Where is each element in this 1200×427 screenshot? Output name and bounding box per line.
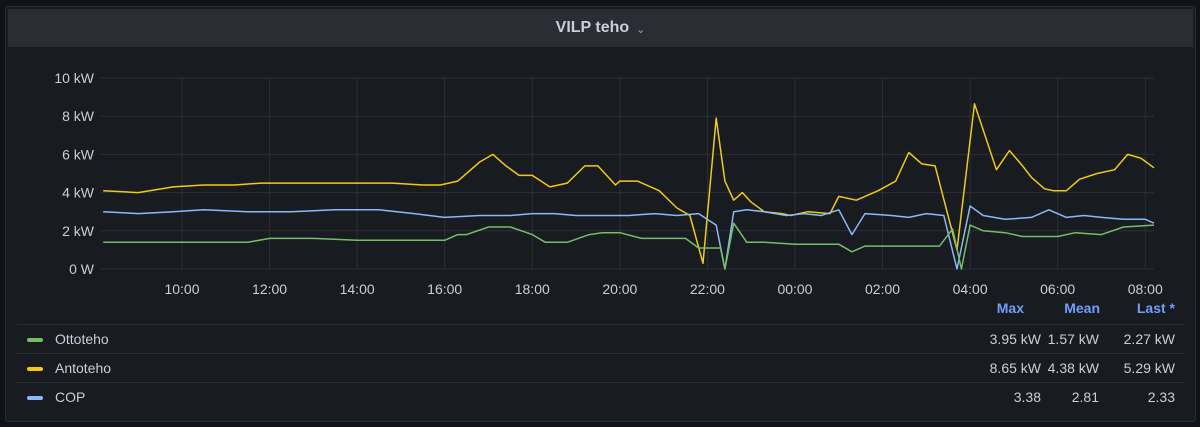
- x-tick-label: 04:00: [953, 281, 988, 297]
- legend-header-last[interactable]: Last *: [1105, 300, 1175, 316]
- legend-last: 2.27 kW: [1123, 331, 1175, 347]
- series-line-ottoteho: [103, 222, 1155, 270]
- legend-series-name[interactable]: COP: [55, 389, 85, 405]
- y-tick-label: 2 kW: [62, 223, 95, 239]
- x-tick-label: 16:00: [427, 281, 462, 297]
- y-tick-label: 0 W: [69, 261, 95, 277]
- legend-header-max[interactable]: Max: [960, 300, 1024, 316]
- x-tick-label: 22:00: [690, 281, 725, 297]
- chart-area: 0 W 2 kW 4 kW 6 kW 8 kW 10 kW 10:00 12:00 14:00 1…: [54, 70, 1163, 297]
- legend-mean: 1.57 kW: [1047, 331, 1099, 347]
- y-tick-label: 8 kW: [62, 108, 95, 124]
- series-line-cop: [103, 205, 1155, 270]
- legend-row-cop[interactable]: COP 3.38 2.81 2.33: [17, 382, 1184, 411]
- legend-last: 2.33: [1147, 389, 1175, 405]
- x-tick-label: 02:00: [865, 281, 900, 297]
- legend-header-mean[interactable]: Mean: [1030, 300, 1100, 316]
- legend-mean: 4.38 kW: [1047, 360, 1099, 376]
- y-tick-label: 4 kW: [62, 185, 95, 201]
- y-tick-label: 6 kW: [62, 146, 95, 162]
- y-tick-label: 10 kW: [54, 70, 94, 86]
- legend-series-name[interactable]: Antoteho: [55, 360, 111, 376]
- legend-series-name[interactable]: Ottoteho: [55, 331, 109, 347]
- x-tick-label: 08:00: [1128, 281, 1163, 297]
- legend-last: 5.29 kW: [1123, 360, 1175, 376]
- legend-row-ottoteho[interactable]: Ottoteho 3.95 kW 1.57 kW 2.27 kW: [17, 324, 1184, 353]
- legend-row-antoteho[interactable]: Antoteho 8.65 kW 4.38 kW 5.29 kW: [17, 353, 1184, 382]
- x-tick-label: 20:00: [602, 281, 637, 297]
- x-tick-label: 18:00: [515, 281, 550, 297]
- legend-swatch: [27, 396, 43, 400]
- legend-swatch: [27, 338, 43, 342]
- x-tick-label: 10:00: [164, 281, 199, 297]
- x-tick-label: 14:00: [340, 281, 375, 297]
- legend-swatch: [27, 367, 43, 371]
- x-tick-label: 00:00: [777, 281, 812, 297]
- x-tick-label: 12:00: [252, 281, 287, 297]
- legend-mean: 2.81: [1071, 389, 1099, 405]
- x-tick-label: 06:00: [1040, 281, 1075, 297]
